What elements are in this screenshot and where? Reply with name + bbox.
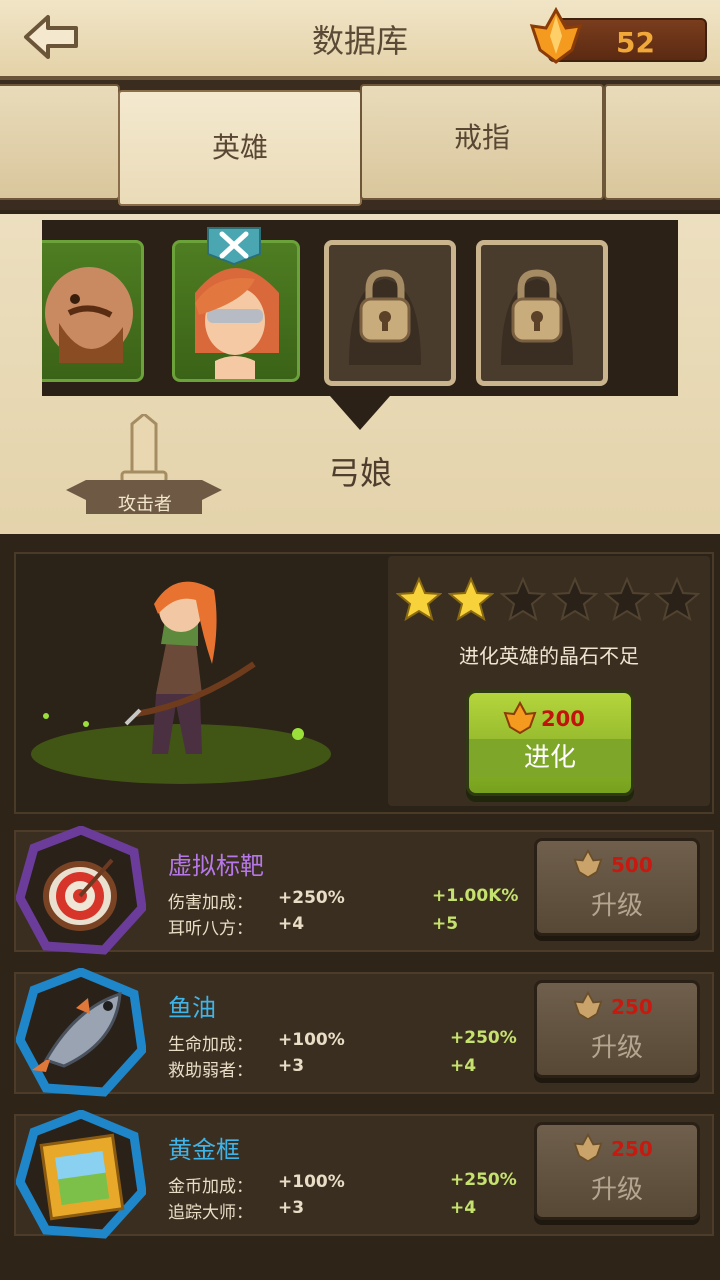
evolve-cost: 200	[541, 707, 585, 731]
hero-portrait-warrior[interactable]	[42, 240, 144, 382]
evolve-label: 进化	[469, 739, 631, 777]
stat-value: +100%	[278, 1030, 345, 1050]
star-empty-icon	[500, 576, 546, 622]
stat-next-value: +4	[450, 1056, 477, 1076]
upgrade-label: 升级	[590, 1033, 643, 1063]
selection-pointer	[330, 396, 390, 430]
stat-label: 伤害加成：	[168, 893, 253, 913]
stat-value: +4	[278, 914, 305, 934]
crystal-icon	[573, 849, 603, 879]
bearded-warrior-icon	[45, 267, 133, 363]
hero-portrait-locked-2[interactable]	[476, 240, 608, 386]
upgrade-button[interactable]: 500 升级	[534, 838, 700, 936]
item-name: 鱼油	[168, 994, 216, 1022]
gem-count: 52	[616, 26, 655, 59]
upgrade-label: 升级	[590, 1175, 643, 1205]
stat-next-value: +250%	[450, 1170, 517, 1190]
stat-value: +100%	[278, 1172, 345, 1192]
stat-value: +3	[278, 1056, 305, 1076]
target-icon	[16, 826, 146, 955]
tab-heroes[interactable]: 英雄	[118, 90, 362, 206]
tab-label: 戒指	[453, 121, 510, 154]
golden-frame-icon	[16, 1110, 146, 1239]
item-name: 黄金框	[168, 1136, 240, 1164]
archer-character-icon	[31, 581, 331, 784]
crossed-swords-icon	[207, 227, 261, 266]
item-row-target: 虚拟标靶 伤害加成： +250% +1.00K% 耳听八方： +4 +5 500…	[14, 826, 714, 955]
stat-label: 耳听八方：	[168, 919, 253, 939]
lock-icon	[501, 269, 573, 365]
crystal-icon	[573, 1133, 603, 1163]
fish-icon	[16, 968, 146, 1097]
star-empty-icon	[654, 576, 700, 622]
evolve-button[interactable]: 200 进化	[466, 690, 634, 796]
crystal-icon	[529, 6, 583, 64]
hero-name: 弓娘	[327, 454, 392, 492]
evolve-message: 进化英雄的晶石不足	[459, 644, 639, 668]
selected-badge	[206, 226, 262, 266]
evolve-panel: 进化英雄的晶石不足 200 进化	[388, 556, 710, 806]
hero-portrait-strip[interactable]	[42, 220, 678, 396]
upgrade-cost: 500	[611, 853, 653, 877]
hero-portrait-locked-1[interactable]	[324, 240, 456, 386]
stat-next-value: +250%	[450, 1028, 517, 1048]
crystal-icon	[503, 701, 537, 735]
upgrade-button[interactable]: 250 升级	[534, 1122, 700, 1220]
star-filled-icon	[448, 576, 494, 622]
upgrade-cost: 250	[611, 995, 653, 1019]
lock-icon	[349, 269, 421, 365]
gem-counter: 52	[528, 6, 707, 64]
stat-next-value: +5	[432, 914, 459, 934]
tab-rings[interactable]: 戒指	[360, 84, 604, 200]
crystal-icon	[573, 991, 603, 1021]
stat-next-value: +1.00K%	[432, 886, 519, 906]
stat-value: +3	[278, 1198, 305, 1218]
stat-label: 追踪大师：	[168, 1203, 253, 1223]
item-row-golden-frame: 黄金框 金币加成： +100% +250% 追踪大师： +3 +4 250 升级	[14, 1110, 714, 1239]
stat-label: 金币加成：	[168, 1177, 253, 1197]
star-filled-icon	[396, 576, 442, 622]
hero-selection-panel: 攻击者 弓娘	[0, 214, 720, 534]
upgrade-cost: 250	[611, 1137, 653, 1161]
stat-label: 救助弱者：	[168, 1061, 253, 1081]
top-bar: 数据库 52	[0, 0, 720, 80]
stat-label: 生命加成：	[168, 1035, 253, 1055]
upgrade-label: 升级	[590, 891, 643, 921]
upgrade-button[interactable]: 250 升级	[534, 980, 700, 1078]
stat-next-value: +4	[450, 1198, 477, 1218]
tab-label: 英雄	[211, 131, 268, 164]
tab-left-partial[interactable]	[0, 84, 120, 200]
stat-value: +250%	[278, 888, 345, 908]
item-row-fish-oil: 鱼油 生命加成： +100% +250% 救助弱者： +3 +4 250 升级	[14, 968, 714, 1097]
star-empty-icon	[552, 576, 598, 622]
tab-right-partial[interactable]	[604, 84, 720, 200]
tab-bar: 英雄 戒指	[0, 80, 720, 210]
star-empty-icon	[604, 576, 650, 622]
item-name: 虚拟标靶	[168, 852, 264, 880]
